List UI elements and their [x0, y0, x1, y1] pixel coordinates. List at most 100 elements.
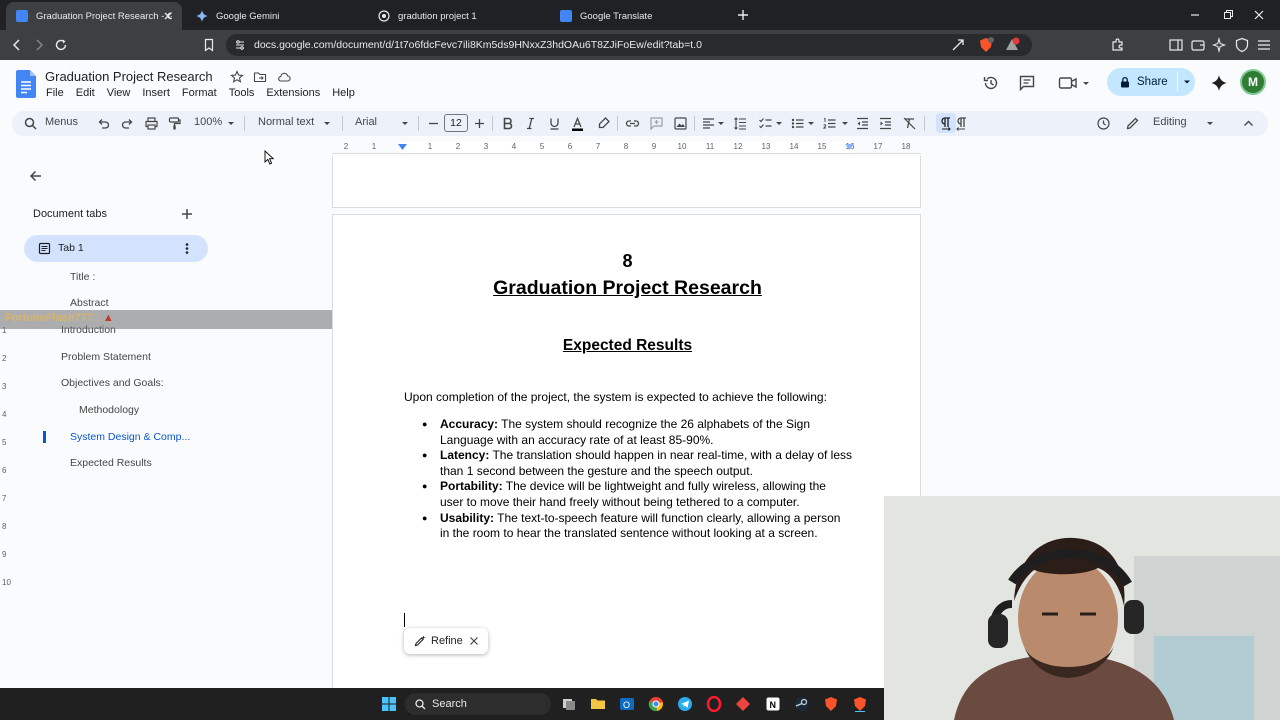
link-icon[interactable] — [625, 116, 640, 131]
sidebar-toggle-icon[interactable] — [1168, 37, 1184, 53]
more-options-icon[interactable] — [181, 242, 193, 255]
chevron-down-icon[interactable] — [774, 116, 784, 131]
increase-font-size-icon[interactable] — [472, 116, 487, 131]
menu-extensions[interactable]: Extensions — [266, 87, 320, 99]
horizontal-ruler[interactable]: 2 1 1 2 3 4 5 6 7 8 9 10 11 12 13 14 15 … — [332, 142, 921, 154]
document-canvas[interactable]: 8 Graduation Project Research Expected R… — [332, 156, 921, 688]
undo-icon[interactable] — [96, 116, 111, 131]
document-title[interactable]: Graduation Project Research — [45, 69, 213, 84]
outline-item-methodology[interactable]: Methodology — [79, 404, 139, 416]
forward-icon[interactable] — [32, 38, 46, 52]
chevron-down-icon[interactable] — [1205, 116, 1215, 131]
bold-icon[interactable] — [500, 116, 515, 131]
refine-chip[interactable]: Refine — [404, 628, 488, 654]
file-explorer-icon[interactable] — [590, 696, 606, 712]
back-icon[interactable] — [10, 38, 24, 52]
menu-help[interactable]: Help — [332, 87, 355, 99]
outline-item-objectives[interactable]: Objectives and Goals: — [61, 377, 164, 389]
browser-tab-translate[interactable]: Google Translate — [550, 2, 730, 30]
share-button[interactable]: Share — [1107, 68, 1195, 96]
redo-icon[interactable] — [120, 116, 135, 131]
numbered-list-icon[interactable] — [822, 116, 837, 131]
editing-mode-select[interactable]: Editing — [1153, 116, 1187, 128]
outline-item-expected-results[interactable]: Expected Results — [70, 457, 152, 469]
notion-icon[interactable]: N — [765, 696, 781, 712]
menu-tools[interactable]: Tools — [229, 87, 255, 99]
bookmark-icon[interactable] — [202, 38, 216, 52]
windows-start-icon[interactable] — [381, 696, 397, 712]
brave-shields-icon[interactable] — [978, 37, 994, 53]
reload-icon[interactable] — [54, 38, 68, 52]
hide-menus-icon[interactable] — [1241, 116, 1256, 131]
extensions-icon[interactable] — [1110, 37, 1126, 53]
zoom-select[interactable]: 100% — [194, 116, 222, 128]
new-tab-icon[interactable] — [736, 8, 750, 22]
brave-active-icon[interactable] — [852, 696, 868, 712]
outlook-icon[interactable]: O — [619, 696, 635, 712]
menu-view[interactable]: View — [107, 87, 131, 99]
comments-icon[interactable] — [1018, 74, 1036, 92]
close-icon[interactable] — [162, 10, 174, 22]
text-color-icon[interactable] — [570, 116, 585, 131]
italic-icon[interactable] — [523, 116, 538, 131]
docs-logo-icon[interactable] — [16, 70, 36, 98]
restore-icon[interactable] — [1221, 8, 1235, 22]
chevron-down-icon[interactable] — [806, 116, 816, 131]
avatar[interactable]: M — [1240, 69, 1266, 95]
left-indent-marker-icon[interactable] — [398, 144, 407, 152]
browser-tab-docs[interactable]: Graduation Project Research - Goog — [6, 2, 182, 30]
steam-icon[interactable] — [794, 696, 810, 712]
chevron-down-icon[interactable] — [840, 116, 850, 131]
pilcrow-rtl-icon[interactable] — [954, 116, 969, 131]
pilcrow-ltr-icon[interactable] — [938, 116, 953, 131]
insert-image-icon[interactable] — [673, 116, 688, 131]
paint-format-icon[interactable] — [167, 116, 182, 131]
close-icon[interactable] — [469, 636, 479, 646]
taskbar-search[interactable]: Search — [405, 693, 551, 715]
move-to-folder-icon[interactable] — [253, 70, 267, 84]
arrow-back-icon[interactable] — [28, 168, 44, 184]
checklist-icon[interactable] — [758, 116, 773, 131]
print-icon[interactable] — [144, 116, 159, 131]
chevron-down-icon[interactable] — [226, 116, 236, 131]
align-left-icon[interactable] — [701, 116, 716, 131]
telegram-icon[interactable] — [677, 696, 693, 712]
brave-rewards-icon[interactable] — [1004, 37, 1020, 53]
paragraph-style-select[interactable]: Normal text — [258, 116, 314, 128]
increase-indent-icon[interactable] — [878, 116, 893, 131]
url-field[interactable]: docs.google.com/document/d/1t7o6fdcFevc7… — [226, 34, 1032, 56]
browser-menu-icon[interactable] — [1256, 37, 1272, 53]
menu-format[interactable]: Format — [182, 87, 217, 99]
clear-formatting-icon[interactable] — [902, 116, 917, 131]
gemini-sparkle-icon[interactable] — [1210, 74, 1228, 92]
outline-item-system-design[interactable]: System Design & Comp... — [70, 431, 190, 443]
font-family-select[interactable]: Arial — [355, 116, 377, 128]
share-page-icon[interactable] — [950, 37, 966, 53]
menu-insert[interactable]: Insert — [142, 87, 170, 99]
font-size-input[interactable]: 12 — [444, 114, 468, 132]
browser-tab-project[interactable]: gradution project 1 — [368, 2, 548, 30]
task-view-icon[interactable] — [561, 696, 577, 712]
window-close-icon[interactable] — [1252, 8, 1266, 22]
search-menus-input[interactable]: Menus — [45, 116, 78, 128]
outline-item-problem-statement[interactable]: Problem Statement — [61, 351, 151, 363]
meet-icon[interactable] — [1058, 74, 1092, 92]
underline-icon[interactable] — [547, 116, 562, 131]
sidebar-tab-1[interactable]: Tab 1 — [24, 235, 208, 262]
minimize-icon[interactable] — [1188, 8, 1202, 22]
outline-item-title[interactable]: Title : — [70, 271, 95, 283]
version-history-icon[interactable] — [982, 74, 1000, 92]
leo-ai-icon[interactable] — [1212, 37, 1228, 53]
chevron-down-icon[interactable] — [400, 116, 410, 131]
cloud-status-icon[interactable] — [277, 70, 291, 84]
right-indent-marker-icon[interactable] — [845, 144, 854, 152]
add-tab-icon[interactable] — [180, 207, 194, 221]
site-info-icon[interactable] — [234, 39, 246, 51]
vpn-icon[interactable] — [1234, 37, 1250, 53]
chevron-down-icon[interactable] — [1182, 77, 1192, 87]
browser-tab-gemini[interactable]: Google Gemini — [186, 2, 366, 30]
star-icon[interactable] — [230, 70, 244, 84]
chevron-down-icon[interactable] — [322, 116, 332, 131]
menu-file[interactable]: File — [46, 87, 64, 99]
bulleted-list-icon[interactable] — [790, 116, 805, 131]
